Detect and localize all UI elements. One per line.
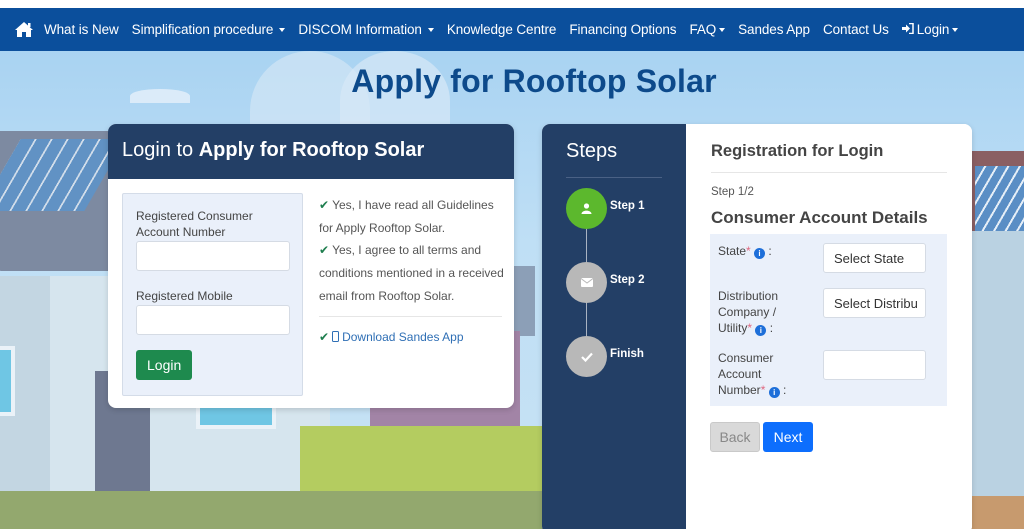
divider: [319, 315, 502, 317]
step-1-label: Step 1: [610, 200, 645, 212]
info-icon[interactable]: i: [755, 325, 767, 336]
distribution-company-label: Distribution Company / Utility* i :: [718, 289, 779, 336]
caret-down-icon: [279, 27, 286, 32]
registration-title: Registration for Login: [711, 142, 884, 160]
nav-sandes-app[interactable]: Sandes App: [738, 22, 810, 37]
steps-sidebar: Steps Step 1 Step 2 Finish: [542, 124, 686, 529]
login-button[interactable]: Login: [136, 350, 193, 380]
account-number-input[interactable]: [136, 241, 290, 271]
sign-in-icon: [901, 22, 914, 37]
step-2-indicator: [566, 262, 607, 303]
caret-down-icon: [719, 27, 726, 32]
nav-financing-options[interactable]: Financing Options: [569, 22, 676, 37]
account-number-label: Registered Consumer Account Number: [136, 209, 253, 239]
nav-knowledge-centre[interactable]: Knowledge Centre: [447, 22, 557, 37]
divider: [711, 172, 947, 173]
step-1-indicator: [566, 188, 607, 229]
distribution-company-select[interactable]: Select Distribu: [823, 288, 926, 318]
mobile-input[interactable]: [136, 305, 290, 335]
section-title: Consumer Account Details: [711, 208, 928, 227]
state-select[interactable]: Select State: [823, 243, 926, 273]
nav-contact-us[interactable]: Contact Us: [823, 22, 889, 37]
terms-list: ✔ Yes, I have read all Guidelines for App…: [319, 194, 504, 348]
nav-login[interactable]: Login: [901, 22, 959, 37]
home-icon[interactable]: [14, 21, 34, 39]
page-title: Apply for Rooftop Solar: [351, 63, 717, 99]
back-button[interactable]: Back: [710, 422, 760, 452]
main-navbar: What is New Simplification procedure DIS…: [0, 8, 1024, 51]
nav-what-is-new[interactable]: What is New: [44, 22, 119, 37]
check-icon: ✔: [319, 243, 330, 258]
login-card-header: Login to Apply for Rooftop Solar: [108, 124, 514, 179]
user-icon: [581, 203, 592, 214]
mobile-label: Registered Mobile: [136, 289, 233, 303]
nav-faq[interactable]: FAQ: [689, 22, 726, 37]
check-icon: ✔: [319, 329, 330, 344]
divider: [566, 177, 662, 178]
state-label: State* i :: [718, 244, 772, 259]
caret-down-icon: [952, 27, 959, 32]
terms-item: ✔ Yes, I have read all Guidelines for App…: [319, 198, 494, 235]
steps-title: Steps: [566, 140, 618, 162]
info-icon[interactable]: i: [754, 248, 766, 259]
mobile-phone-icon: [332, 330, 340, 342]
step-2-label: Step 2: [610, 274, 645, 286]
finish-step-indicator: [566, 336, 607, 377]
download-sandes-app-link[interactable]: ✔ Download Sandes App: [319, 326, 504, 349]
consumer-account-form: State* i : Select State Distribution Com…: [710, 234, 947, 406]
check-icon: [580, 352, 593, 362]
login-card: Login to Apply for Rooftop Solar Registe…: [108, 124, 514, 408]
registration-card: Steps Step 1 Step 2 Finish Registration …: [542, 124, 972, 529]
step-counter: Step 1/2: [711, 186, 754, 198]
nav-simplification-procedure[interactable]: Simplification procedure: [132, 22, 286, 37]
registration-pane: Registration for Login Step 1/2 Consumer…: [686, 124, 972, 529]
nav-discom-information[interactable]: DISCOM Information: [298, 22, 434, 37]
envelope-icon: [580, 278, 593, 287]
next-button[interactable]: Next: [763, 422, 813, 452]
login-form: Registered Consumer Account Number Regis…: [122, 193, 303, 396]
finish-step-label: Finish: [610, 348, 644, 360]
consumer-account-number-label: Consumer Account Number* i :: [718, 351, 787, 398]
caret-down-icon: [427, 27, 434, 32]
terms-item: ✔ Yes, I agree to all terms and condition…: [319, 243, 504, 303]
consumer-account-number-input[interactable]: [823, 350, 926, 380]
check-icon: ✔: [319, 198, 330, 212]
top-strip: [0, 0, 1024, 8]
info-icon[interactable]: i: [768, 387, 780, 398]
